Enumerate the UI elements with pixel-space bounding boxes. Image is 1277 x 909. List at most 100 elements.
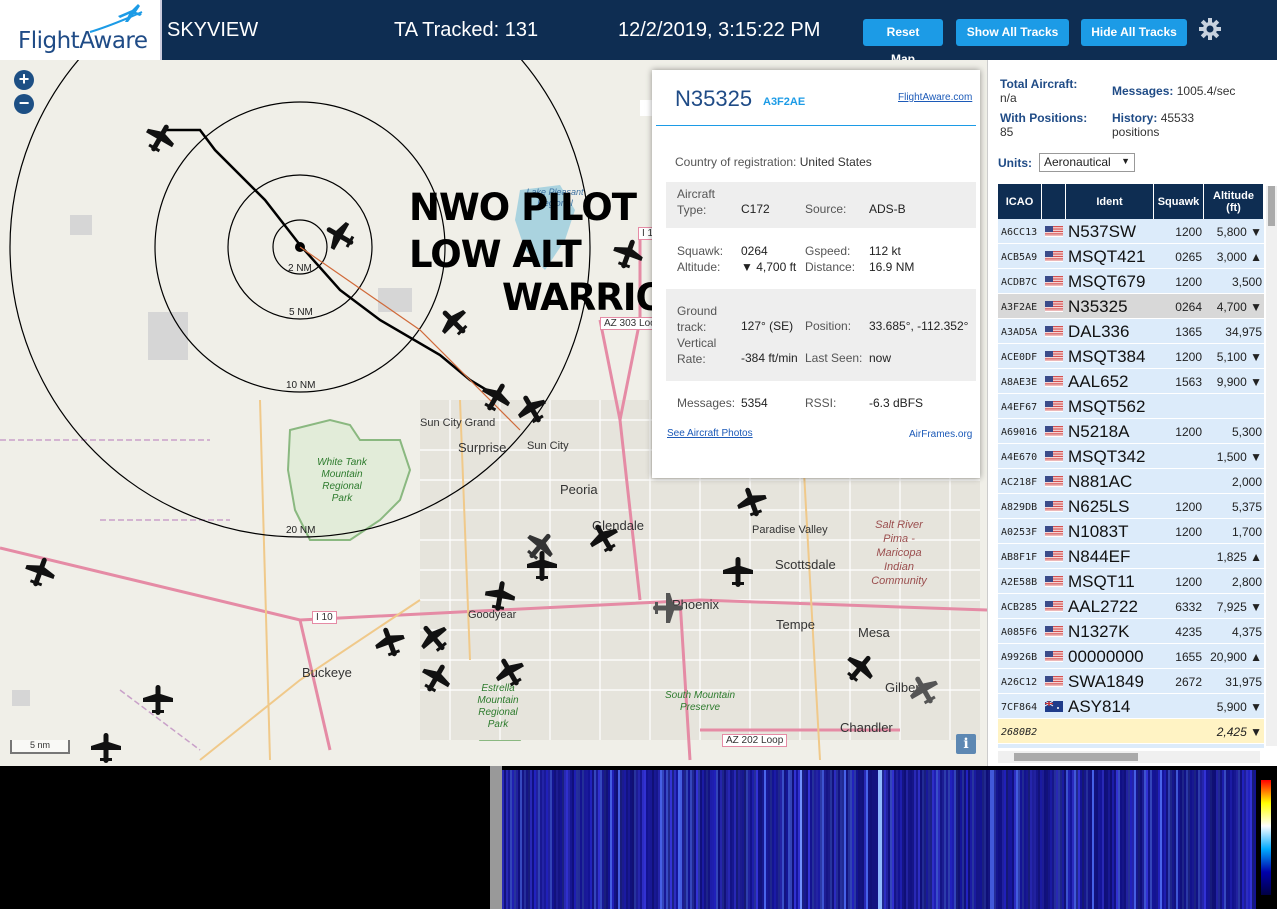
aircraft-icon[interactable] bbox=[650, 590, 686, 626]
aircraft-icon[interactable] bbox=[22, 554, 58, 590]
aircraft-icon[interactable] bbox=[842, 650, 878, 686]
country-value: United States bbox=[799, 155, 872, 169]
row-squawk: 2672 bbox=[1175, 675, 1202, 689]
table-row[interactable]: A9926B 00000000 1655 20,900 ▲ bbox=[998, 644, 1264, 669]
row-squawk: 0264 bbox=[1175, 300, 1202, 314]
zoom-in-button[interactable]: + bbox=[14, 70, 34, 90]
row-ident: AAL652 bbox=[1068, 372, 1129, 391]
table-row[interactable]: A42691MSQT07102533,400 ▼ bbox=[998, 744, 1264, 748]
aircraft-info-popup: N35325 A3F2AE FlightAware.com Country of… bbox=[652, 70, 980, 478]
row-ident: MSQT384 bbox=[1068, 347, 1146, 366]
popup-row-messages: Messages: 5354 RSSI: -6.3 dBFS bbox=[666, 388, 976, 418]
gear-icon[interactable] bbox=[1198, 17, 1222, 41]
aircraft-icon[interactable] bbox=[524, 548, 560, 584]
top-bar: FlightAware SKYVIEW TA Tracked: 131 12/2… bbox=[0, 0, 1277, 66]
aircraft-icon[interactable] bbox=[372, 624, 408, 660]
source-label: Source: bbox=[805, 202, 847, 216]
col-altitude[interactable]: Altitude (ft) bbox=[1204, 184, 1264, 219]
aircraft-icon[interactable] bbox=[514, 391, 550, 427]
table-row[interactable]: A26C12 SWA1849 2672 31,975 bbox=[998, 669, 1264, 694]
table-row[interactable]: ACB5A9 MSQT421 0265 3,000 ▲ bbox=[998, 244, 1264, 269]
aircraft-icon[interactable] bbox=[734, 484, 770, 520]
table-row[interactable]: ACDB7C MSQT679 1200 3,500 bbox=[998, 269, 1264, 294]
aircraft-icon[interactable] bbox=[492, 654, 528, 690]
vrate-label: Vertical Rate: bbox=[677, 336, 717, 366]
zoom-out-button[interactable]: − bbox=[14, 94, 34, 114]
table-row[interactable]: A3F2AE N35325 0264 4,700 ▼ bbox=[998, 294, 1264, 319]
total-aircraft-value: n/a bbox=[1000, 91, 1017, 105]
ring-label-5nm: 5 NM bbox=[289, 307, 313, 318]
aircraft-icon[interactable] bbox=[142, 120, 178, 156]
table-row[interactable]: AB8F1F N844EF 1,825 ▲ bbox=[998, 544, 1264, 569]
table-row[interactable]: A829DB N625LS 1200 5,375 bbox=[998, 494, 1264, 519]
scrollbar-thumb[interactable] bbox=[1268, 186, 1275, 226]
gspeed-label: Gspeed: bbox=[805, 244, 851, 258]
table-row[interactable]: ACB285 AAL2722 6332 7,925 ▼ bbox=[998, 594, 1264, 619]
units-select[interactable]: Aeronautical ▼ bbox=[1039, 153, 1135, 172]
row-icao: AC218F bbox=[1001, 477, 1038, 488]
table-horizontal-scrollbar[interactable] bbox=[998, 751, 1260, 763]
panel-divider[interactable] bbox=[490, 766, 502, 909]
aircraft-icon[interactable] bbox=[418, 660, 454, 696]
table-row[interactable]: A3AD5A DAL336 1365 34,975 bbox=[998, 319, 1264, 344]
place-mesa: Mesa bbox=[858, 625, 890, 640]
col-icao[interactable]: ICAO bbox=[998, 184, 1042, 219]
aircraft-icon[interactable] bbox=[478, 379, 514, 415]
table-row[interactable]: ACE0DF MSQT384 1200 5,100 ▼ bbox=[998, 344, 1264, 369]
aircraft-icon[interactable] bbox=[586, 520, 622, 556]
row-altitude: 2,800 bbox=[1231, 575, 1262, 589]
aircraft-photos-link[interactable]: See Aircraft Photos bbox=[667, 428, 753, 439]
table-row[interactable]: A4E670 MSQT342 1,500 ▼ bbox=[998, 444, 1264, 469]
aircraft-icon[interactable] bbox=[482, 578, 518, 614]
row-ident: N881AC bbox=[1068, 472, 1133, 491]
aircraft-icon[interactable] bbox=[88, 730, 124, 766]
aircraft-icon[interactable] bbox=[610, 236, 646, 272]
table-vertical-scrollbar[interactable] bbox=[1266, 186, 1277, 746]
aircraft-icon[interactable] bbox=[140, 682, 176, 718]
row-icao: A0253F bbox=[1001, 527, 1038, 538]
with-positions-stat: With Positions: 85 bbox=[1000, 111, 1110, 139]
row-ident: N625LS bbox=[1068, 497, 1130, 516]
col-squawk[interactable]: Squawk bbox=[1154, 184, 1204, 219]
hide-all-tracks-button[interactable]: Hide All Tracks bbox=[1081, 19, 1187, 46]
airframes-link[interactable]: AirFrames.org bbox=[909, 429, 972, 440]
flightaware-link[interactable]: FlightAware.com bbox=[898, 92, 972, 103]
messages-value: 5354 bbox=[741, 396, 768, 410]
flightaware-logo[interactable]: FlightAware bbox=[0, 0, 162, 60]
row-altitude: 1,825 ▲ bbox=[1216, 550, 1262, 564]
table-row[interactable]: A8AE3E AAL652 1563 9,900 ▼ bbox=[998, 369, 1264, 394]
table-row[interactable]: A4EF67 MSQT562 bbox=[998, 394, 1264, 419]
us-flag-icon bbox=[1045, 576, 1063, 587]
col-flag[interactable] bbox=[1042, 184, 1066, 219]
table-row[interactable]: A69016 N5218A 1200 5,300 bbox=[998, 419, 1264, 444]
row-altitude: 34,975 bbox=[1225, 325, 1262, 339]
aircraft-icon[interactable] bbox=[436, 304, 472, 340]
table-row[interactable]: AC218F N881AC 2,000 bbox=[998, 469, 1264, 494]
row-squawk: 1200 bbox=[1175, 500, 1202, 514]
aircraft-icon[interactable] bbox=[322, 218, 358, 254]
table-row[interactable]: A2E58B MSQT11 1200 2,800 bbox=[998, 569, 1264, 594]
table-row[interactable]: A085F6 N1327K 4235 4,375 bbox=[998, 619, 1264, 644]
table-row[interactable]: 7CF864 ASY814 5,900 ▼ bbox=[998, 694, 1264, 719]
aircraft-icon[interactable] bbox=[416, 620, 452, 656]
us-flag-icon bbox=[1045, 301, 1063, 312]
aircraft-icon[interactable] bbox=[906, 672, 942, 708]
table-row[interactable]: A0253F N1083T 1200 1,700 bbox=[998, 519, 1264, 544]
reset-map-button[interactable]: Reset Map bbox=[863, 19, 943, 66]
scrollbar-thumb[interactable] bbox=[1014, 753, 1138, 761]
aircraft-icon[interactable] bbox=[720, 554, 756, 590]
us-flag-icon bbox=[1045, 401, 1063, 412]
us-flag-icon bbox=[1045, 226, 1063, 237]
col-ident[interactable]: Ident bbox=[1066, 184, 1154, 219]
altitude-value: ▼ 4,700 ft bbox=[741, 260, 797, 274]
row-altitude: 5,900 ▼ bbox=[1216, 700, 1262, 714]
messages-rate-label: Messages: bbox=[1112, 84, 1174, 98]
table-row[interactable]: A6CC13 N537SW 1200 5,800 ▼ bbox=[998, 219, 1264, 244]
messages-label: Messages: bbox=[677, 396, 736, 410]
type-value: C172 bbox=[741, 202, 770, 216]
us-flag-icon bbox=[1045, 526, 1063, 537]
table-row[interactable]: 2680B2 2,425 ▼ bbox=[998, 719, 1264, 744]
show-all-tracks-button[interactable]: Show All Tracks bbox=[956, 19, 1069, 46]
us-flag-icon bbox=[1045, 476, 1063, 487]
map-info-button[interactable]: i bbox=[956, 734, 976, 754]
